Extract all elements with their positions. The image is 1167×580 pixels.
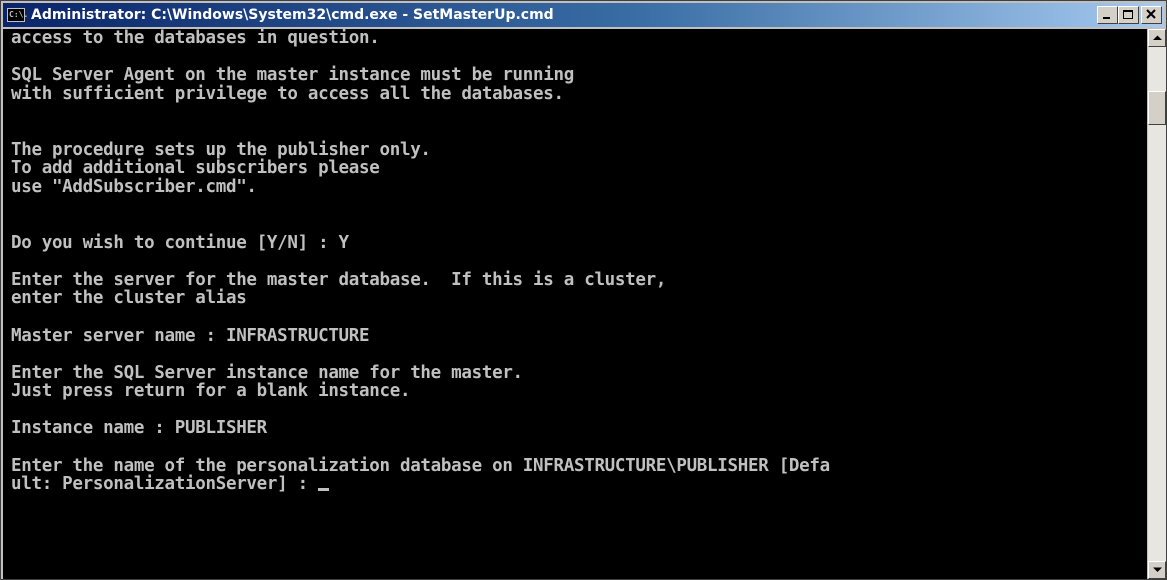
console-line: Enter the server for the master database… (11, 269, 667, 290)
console-icon[interactable]: C:\. (7, 8, 28, 22)
arrow-up-icon (1153, 35, 1162, 40)
console-line: Enter the SQL Server instance name for t… (11, 362, 523, 383)
console-line: Enter the name of the personalization da… (11, 455, 830, 476)
console-line: with sufficient privilege to access all … (11, 83, 564, 104)
minimize-icon (1103, 17, 1110, 19)
title-bar[interactable]: C:\. Administrator: C:\Windows\System32\… (3, 3, 1164, 27)
text-cursor (318, 488, 330, 492)
close-button[interactable] (1141, 6, 1162, 24)
console-line: use "AddSubscriber.cmd". (11, 176, 257, 197)
console-line: Instance name : PUBLISHER (11, 418, 267, 439)
maximize-button[interactable] (1118, 6, 1139, 24)
console-line: SQL Server Agent on the master instance … (11, 65, 574, 86)
vertical-scrollbar[interactable] (1148, 29, 1166, 579)
console-output[interactable]: access to the databases in question. SQL … (3, 29, 1147, 579)
console-line: The procedure sets up the publisher only… (11, 139, 431, 160)
scrollbar-thumb[interactable] (1148, 91, 1166, 125)
maximize-icon (1123, 10, 1133, 19)
console-line: To add additional subscribers please (11, 158, 380, 179)
scroll-up-button[interactable] (1148, 29, 1166, 47)
console-line: Do you wish to continue [Y/N] : Y (11, 232, 349, 253)
close-icon (1146, 9, 1156, 19)
window-controls (1097, 6, 1162, 24)
console-line: ult: PersonalizationServer] : (11, 475, 1147, 494)
minimize-button[interactable] (1097, 6, 1118, 24)
console-text: access to the databases in question. SQL … (3, 29, 1147, 494)
arrow-down-icon (1153, 567, 1162, 572)
console-line: access to the databases in question. (11, 29, 380, 48)
console-line: Just press return for a blank instance. (11, 381, 411, 402)
console-line: Master server name : INFRASTRUCTURE (11, 325, 370, 346)
console-line: enter the cluster alias (11, 288, 247, 309)
cmd-window: C:\. Administrator: C:\Windows\System32\… (0, 0, 1167, 580)
scroll-down-button[interactable] (1148, 561, 1166, 579)
window-title: Administrator: C:\Windows\System32\cmd.e… (31, 7, 554, 23)
